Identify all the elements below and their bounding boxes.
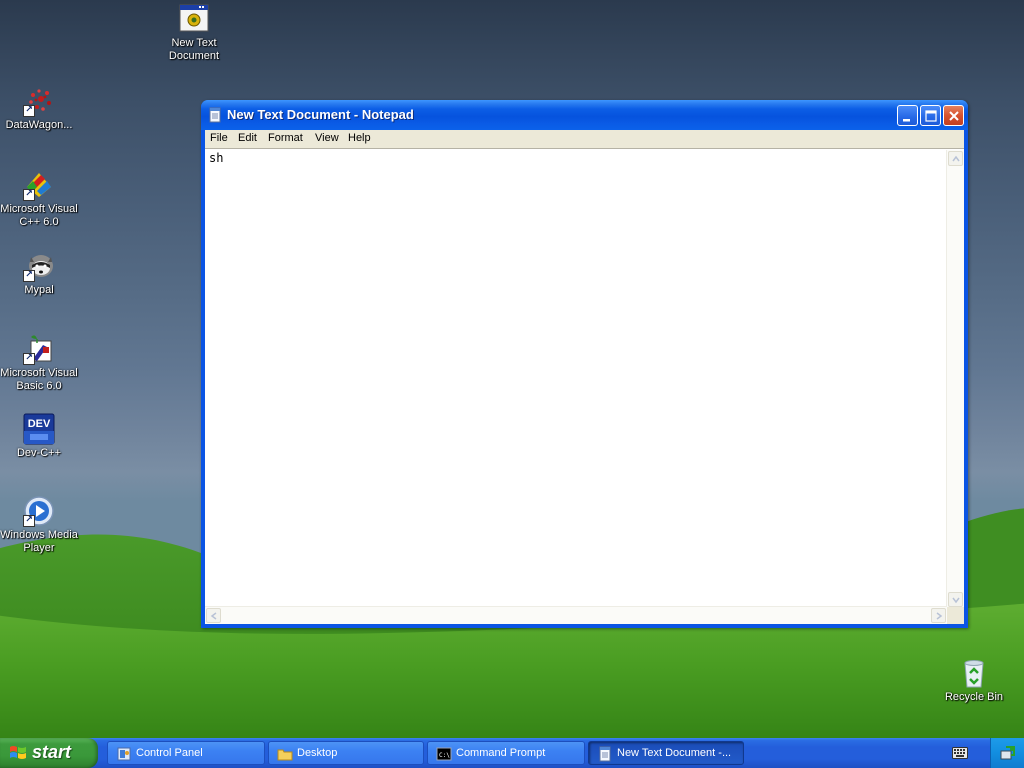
shortcut-arrow-icon: ↗ xyxy=(23,353,35,365)
desktop-icon-label: Mypal xyxy=(24,284,54,296)
text-document-icon xyxy=(178,3,210,35)
arrow-up-icon xyxy=(952,155,960,162)
taskbar: start Control Panel Desktop C:\ Command … xyxy=(0,738,1024,768)
dev-cpp-icon: DEV xyxy=(23,413,55,445)
datawagon-icon: ↗ xyxy=(23,85,55,117)
desktop-icon-label: New Text Document xyxy=(168,37,220,62)
window-client-area: File Edit Format View Help sh xyxy=(205,130,964,624)
task-label: Desktop xyxy=(297,747,338,759)
scroll-left-button[interactable] xyxy=(206,608,221,623)
task-label: New Text Document -... xyxy=(617,747,732,759)
scroll-right-button[interactable] xyxy=(931,608,946,623)
close-icon xyxy=(949,111,959,121)
desktop-icon-label: Recycle Bin xyxy=(944,691,1004,703)
start-label: start xyxy=(32,742,72,762)
shortcut-arrow-icon: ↗ xyxy=(23,189,35,201)
menu-edit[interactable]: Edit xyxy=(234,131,261,146)
desktop-icon-label: Microsoft Visual Basic 6.0 xyxy=(0,367,78,392)
control-panel-icon xyxy=(117,747,131,761)
maximize-icon xyxy=(925,110,937,122)
task-control-panel[interactable]: Control Panel xyxy=(107,741,265,765)
shortcut-arrow-icon: ↗ xyxy=(23,105,35,117)
horizontal-scrollbar[interactable] xyxy=(205,606,947,624)
close-button[interactable] xyxy=(943,105,964,126)
minimize-button[interactable] xyxy=(897,105,918,126)
menu-file[interactable]: File xyxy=(206,131,232,146)
media-player-icon: ↗ xyxy=(23,495,55,527)
visual-basic-icon: ↗ xyxy=(23,333,55,365)
arrow-down-icon xyxy=(952,597,960,604)
vertical-scrollbar[interactable] xyxy=(946,150,964,608)
recycle-bin-icon xyxy=(958,657,990,689)
scroll-down-button[interactable] xyxy=(948,592,963,607)
system-tray xyxy=(990,738,1024,768)
desktop-icon-windows-media-player[interactable]: ↗ Windows Media Player xyxy=(0,495,78,555)
task-notepad[interactable]: New Text Document -... xyxy=(588,741,744,765)
desktop-icon-label: Microsoft Visual C++ 6.0 xyxy=(0,203,78,228)
arrow-right-icon xyxy=(936,612,943,620)
task-command-prompt[interactable]: C:\ Command Prompt xyxy=(427,741,585,765)
desktop-icon-new-text-document[interactable]: New Text Document xyxy=(155,3,233,63)
window-title: New Text Document - Notepad xyxy=(227,107,414,122)
language-bar-keyboard-icon[interactable] xyxy=(952,747,968,759)
windows-flag-icon xyxy=(10,746,26,759)
notepad-icon xyxy=(599,746,611,762)
notepad-icon xyxy=(209,107,221,123)
minimize-icon xyxy=(903,119,910,122)
task-desktop[interactable]: Desktop xyxy=(268,741,424,765)
menu-help[interactable]: Help xyxy=(344,131,375,146)
desktop-icon-visual-basic[interactable]: ↗ Microsoft Visual Basic 6.0 xyxy=(0,333,78,393)
desktop-icon-visual-cpp[interactable]: ↗ Microsoft Visual C++ 6.0 xyxy=(0,169,78,229)
size-grip[interactable] xyxy=(947,607,964,624)
notepad-window[interactable]: New Text Document - Notepad File Edit Fo… xyxy=(201,100,968,628)
menu-bar: File Edit Format View Help xyxy=(205,130,964,147)
mypal-raccoon-icon: ↗ xyxy=(23,250,55,282)
desktop-icon-mypal[interactable]: ↗ Mypal xyxy=(0,250,78,297)
visual-cpp-icon: ↗ xyxy=(23,169,55,201)
command-prompt-icon: C:\ xyxy=(436,747,452,761)
menu-view[interactable]: View xyxy=(311,131,343,146)
title-bar[interactable]: New Text Document - Notepad xyxy=(201,100,968,130)
text-editor[interactable]: sh xyxy=(205,148,964,624)
task-label: Command Prompt xyxy=(456,747,546,759)
desktop-icon-recycle-bin[interactable]: Recycle Bin xyxy=(935,657,1013,704)
dev-icon-text: DEV xyxy=(28,418,51,430)
desktop-icon-datawagon[interactable]: ↗ DataWagon... xyxy=(0,85,78,132)
arrow-left-icon xyxy=(210,612,217,620)
desktop-icon-label: Dev-C++ xyxy=(16,447,62,459)
menu-format[interactable]: Format xyxy=(264,131,307,146)
desktop-icon-label: Windows Media Player xyxy=(0,529,78,554)
shortcut-arrow-icon: ↗ xyxy=(23,270,35,282)
scroll-up-button[interactable] xyxy=(948,151,963,166)
cmd-icon-text: C:\ xyxy=(439,752,450,759)
desktop-icon-label: DataWagon... xyxy=(5,119,73,131)
task-label: Control Panel xyxy=(136,747,203,759)
desktop-icon-dev-cpp[interactable]: DEV Dev-C++ xyxy=(0,413,78,460)
tray-app-icon[interactable] xyxy=(1000,745,1016,761)
shortcut-arrow-icon: ↗ xyxy=(23,515,35,527)
folder-icon xyxy=(277,749,293,761)
maximize-button[interactable] xyxy=(920,105,941,126)
start-button[interactable]: start xyxy=(0,738,98,768)
editor-content[interactable]: sh xyxy=(209,151,223,165)
